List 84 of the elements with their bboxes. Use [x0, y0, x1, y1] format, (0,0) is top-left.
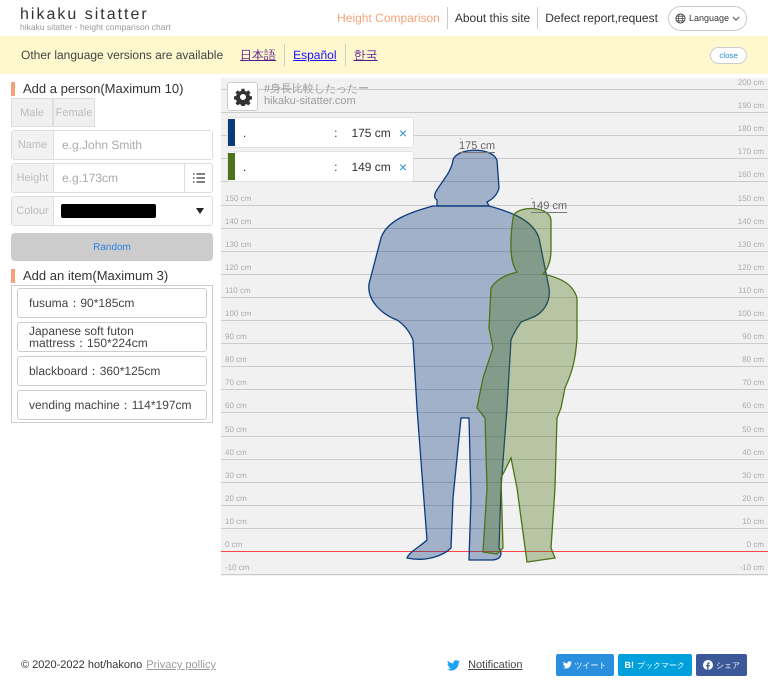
scale-label: 20 cm — [742, 494, 764, 503]
scale-label: 70 cm — [742, 378, 764, 388]
share-button[interactable]: シェア — [696, 654, 747, 676]
scale-label: 90 cm — [742, 332, 764, 342]
item-button[interactable]: vending machine：114*197cm — [17, 390, 207, 420]
person-name: . — [243, 126, 248, 140]
scale-label: 90 cm — [225, 332, 247, 342]
scale-label: 0 cm — [746, 540, 764, 549]
scale-label: 10 cm — [225, 516, 247, 526]
copyright-text: © 2020-2022 hot/hakono — [21, 659, 142, 671]
language-link[interactable]: 한국 — [344, 44, 386, 66]
person-card[interactable]: . : 175 cm × — [227, 117, 414, 148]
nav-link[interactable]: Defect report,request — [537, 7, 665, 29]
scale-label: 160 cm — [738, 170, 764, 180]
scale-label: 100 cm — [738, 309, 764, 318]
scale-label: 30 cm — [742, 470, 764, 480]
chevron-icon — [732, 16, 740, 20]
facebook-icon — [703, 660, 713, 670]
scale-label: 170 cm — [738, 147, 764, 156]
notification-link[interactable]: Notification — [468, 659, 522, 671]
item-button[interactable]: Japanese soft futon mattress：150*224cm — [17, 322, 207, 352]
scale-label: -10 cm — [740, 563, 764, 572]
scale-label: 120 cm — [225, 262, 252, 272]
scale-label: 140 cm — [738, 216, 764, 226]
scale-label: 150 cm — [738, 194, 764, 203]
item-button[interactable]: blackboard：360*125cm — [17, 356, 207, 386]
person-card[interactable]: . : 149 cm × — [227, 151, 414, 182]
language-link[interactable]: 日本語 — [232, 44, 284, 66]
scale-label: 40 cm — [225, 448, 247, 457]
scale-label: 70 cm — [225, 378, 247, 388]
globe-icon — [674, 12, 686, 24]
section-heading: Add an item(Maximum 3) — [11, 269, 213, 283]
separator: : — [334, 160, 338, 174]
scale-label: 30 cm — [225, 470, 247, 480]
person-height: 149 cm — [351, 160, 391, 174]
scale-label: 0 cm — [225, 540, 242, 549]
height-label: 149 cm — [531, 200, 568, 213]
dropdown-icon — [196, 208, 204, 214]
scale-label: 200 cm — [738, 78, 764, 88]
scale-label: 80 cm — [742, 355, 764, 364]
list-button[interactable] — [185, 163, 213, 193]
settings-icon — [234, 88, 252, 106]
scale-label: 140 cm — [225, 216, 252, 226]
scale-label: 180 cm — [738, 124, 764, 134]
scale-label: 110 cm — [225, 286, 251, 295]
scale-label: 50 cm — [225, 424, 247, 434]
banner-text: Other language versions are available — [21, 48, 224, 62]
scale-label: -10 cm — [225, 563, 250, 572]
scale-label: 110 cm — [738, 286, 764, 295]
language-link[interactable]: Español — [284, 44, 344, 66]
person-height: 175 cm — [351, 126, 391, 140]
bird-icon — [562, 661, 572, 669]
scale-label: 40 cm — [742, 448, 764, 457]
list-icon — [192, 172, 206, 184]
scale-label: 190 cm — [738, 101, 764, 110]
person-name: . — [459, 134, 462, 140]
scale-label: 80 cm — [225, 355, 247, 364]
scale-label: 120 cm — [738, 262, 764, 272]
site-tagline: hikaku sitatter - height comparison chart — [20, 22, 171, 32]
chart-watermark: #身長比較したったー — [264, 83, 370, 95]
separator: : — [334, 126, 338, 140]
scale-label: 50 cm — [742, 424, 764, 434]
nav-link[interactable]: About this site — [446, 7, 538, 29]
scale-label: 20 cm — [225, 494, 247, 503]
scale-label: 10 cm — [742, 516, 764, 526]
language-button[interactable]: Language — [668, 6, 747, 30]
person-head-drawing — [434, 150, 500, 207]
scale-label: 60 cm — [225, 401, 247, 410]
bookmark-mark: B! — [624, 660, 634, 670]
person-name: . — [243, 160, 248, 174]
site-logo[interactable]: hikaku sitatter — [20, 6, 171, 23]
person-name: . — [531, 194, 534, 200]
scale-label: 60 cm — [742, 401, 764, 410]
scale-label: 130 cm — [738, 240, 764, 249]
scale-label: 130 cm — [225, 240, 252, 249]
settings-button[interactable] — [227, 82, 258, 111]
item-button[interactable]: fusuma：90*185cm — [17, 288, 207, 318]
remove-button[interactable]: × — [398, 124, 413, 140]
bird-icon — [447, 660, 460, 670]
chart-watermark: hikaku-sitatter.com — [264, 95, 357, 107]
scale-label: 150 cm — [225, 194, 252, 203]
height-label: 175 cm — [459, 140, 496, 153]
scale-label: 100 cm — [225, 309, 252, 318]
remove-button[interactable]: × — [398, 158, 413, 174]
